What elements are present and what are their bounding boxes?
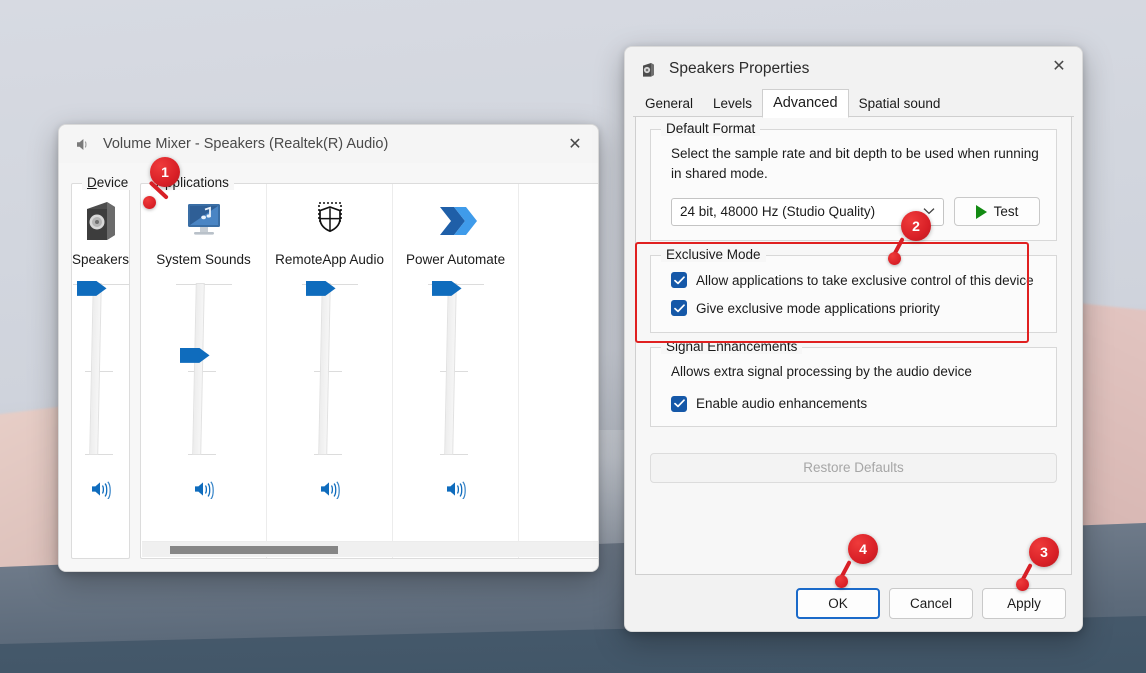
scrollbar-thumb[interactable] [170, 546, 339, 554]
volume-on-icon[interactable] [87, 477, 115, 501]
device-channels: Speakers [72, 184, 129, 558]
speaker-icon [73, 135, 91, 153]
cancel-button[interactable]: Cancel [889, 587, 973, 619]
tab-spatial-sound[interactable]: Spatial sound [849, 92, 951, 117]
volume-mixer-title: Volume Mixer - Speakers (Realtek(R) Audi… [103, 136, 389, 152]
checkbox-row-enable-audio-enhancements[interactable]: Enable audio enhancements [671, 395, 1040, 412]
slider-track [191, 282, 205, 455]
exclusive-mode-groupbox: Exclusive Mode Allow applications to tak… [650, 247, 1057, 334]
signal-enhancements-group-label: Signal Enhancements [661, 339, 803, 355]
volume-on-icon[interactable] [442, 477, 470, 501]
tab-advanced[interactable]: Advanced [762, 88, 849, 118]
test-button-label: Test [993, 204, 1019, 220]
horizontal-scrollbar[interactable] [142, 541, 598, 557]
volume-mixer-window: Volume Mixer - Speakers (Realtek(R) Audi… [58, 124, 599, 572]
system-sounds-icon [181, 198, 227, 244]
app-volume-slider-system-sounds[interactable] [175, 282, 232, 459]
restore-defaults-button[interactable]: Restore Defaults [650, 452, 1057, 483]
device-volume-slider[interactable] [72, 280, 129, 459]
checkbox-label: Give exclusive mode applications priorit… [696, 300, 940, 316]
advanced-tab-panel: Default Format Select the sample rate an… [635, 117, 1072, 575]
checkbox-row-exclusive-priority[interactable]: Give exclusive mode applications priorit… [671, 300, 1040, 317]
speakers-properties-body: General Levels Advanced Spatial sound De… [625, 88, 1082, 631]
default-format-description: Select the sample rate and bit depth to … [671, 146, 1039, 181]
app-volume-slider-power-automate[interactable] [427, 280, 484, 459]
default-format-value: 24 bit, 48000 Hz (Studio Quality) [680, 204, 876, 220]
exclusive-mode-group-label: Exclusive Mode [661, 247, 766, 263]
properties-tabstrip: General Levels Advanced Spatial sound [625, 88, 1082, 118]
default-format-dropdown[interactable]: 24 bit, 48000 Hz (Studio Quality) [671, 197, 944, 226]
applications-groupbox: Applications System Sounds RemoteApp Aud… [140, 175, 598, 559]
tab-general[interactable]: General [635, 92, 703, 117]
apply-button[interactable]: Apply [982, 587, 1066, 619]
checkbox-allow-exclusive-control[interactable] [671, 272, 687, 289]
speakers-properties-titlebar[interactable]: Speakers Properties ✕ [625, 47, 1082, 91]
app-channel-label: Power Automate [406, 252, 506, 267]
app-volume-slider-remoteapp-audio[interactable] [301, 280, 358, 459]
device-groupbox: Device Speakers [71, 175, 134, 559]
checkbox-row-allow-exclusive-control[interactable]: Allow applications to take exclusive con… [671, 272, 1040, 289]
checkbox-label: Allow applications to take exclusive con… [696, 272, 1034, 288]
signal-enhancements-groupbox: Signal Enhancements Allows extra signal … [650, 339, 1057, 427]
checkbox-enable-audio-enhancements[interactable] [671, 395, 687, 412]
slider-track [317, 282, 331, 455]
restore-defaults-row: Restore Defaults [650, 452, 1057, 483]
test-button[interactable]: Test [954, 197, 1040, 227]
slider-thumb[interactable] [179, 347, 210, 363]
speakers-properties-title: Speakers Properties [669, 60, 810, 77]
play-icon [975, 204, 987, 219]
slider-track [443, 282, 457, 455]
ok-button[interactable]: OK [796, 587, 880, 619]
app-channel-overflow [519, 184, 598, 558]
remoteapp-shield-icon [307, 198, 353, 244]
app-channel-remoteapp-audio[interactable]: RemoteApp Audio [267, 184, 394, 558]
signal-enhancements-description: Allows extra signal processing by the au… [671, 364, 972, 380]
volume-mixer-titlebar[interactable]: Volume Mixer - Speakers (Realtek(R) Audi… [59, 125, 598, 163]
device-channel-speakers[interactable]: Speakers [72, 184, 129, 558]
power-automate-icon [432, 198, 480, 244]
volume-on-icon[interactable] [316, 477, 344, 501]
volume-mixer-body: Device Speakers Applications System Soun… [59, 163, 598, 571]
speaker-box-icon [639, 60, 657, 78]
default-format-groupbox: Default Format Select the sample rate an… [650, 121, 1057, 242]
app-channel-label: System Sounds [156, 252, 251, 267]
speakers-properties-window: Speakers Properties ✕ General Levels Adv… [624, 46, 1083, 632]
device-channel-label: Speakers [72, 252, 130, 267]
volume-on-icon[interactable] [190, 477, 218, 501]
dialog-footer: OK Cancel Apply [625, 575, 1082, 631]
application-channels: System Sounds RemoteApp Audio Power Auto… [141, 184, 598, 558]
checkbox-exclusive-priority[interactable] [671, 300, 687, 317]
chevron-down-icon[interactable] [923, 206, 935, 218]
close-icon[interactable]: ✕ [1036, 47, 1082, 85]
default-format-group-label: Default Format [661, 121, 761, 136]
speaker-box-icon [81, 198, 121, 244]
close-icon[interactable]: ✕ [552, 125, 598, 163]
tab-levels[interactable]: Levels [703, 92, 762, 117]
slider-track [88, 282, 102, 455]
app-channel-system-sounds[interactable]: System Sounds [141, 184, 268, 558]
checkbox-label: Enable audio enhancements [696, 396, 868, 412]
app-channel-power-automate[interactable]: Power Automate [393, 184, 520, 558]
app-channel-label: RemoteApp Audio [275, 252, 384, 267]
default-format-row: 24 bit, 48000 Hz (Studio Quality) Test [671, 197, 1040, 227]
